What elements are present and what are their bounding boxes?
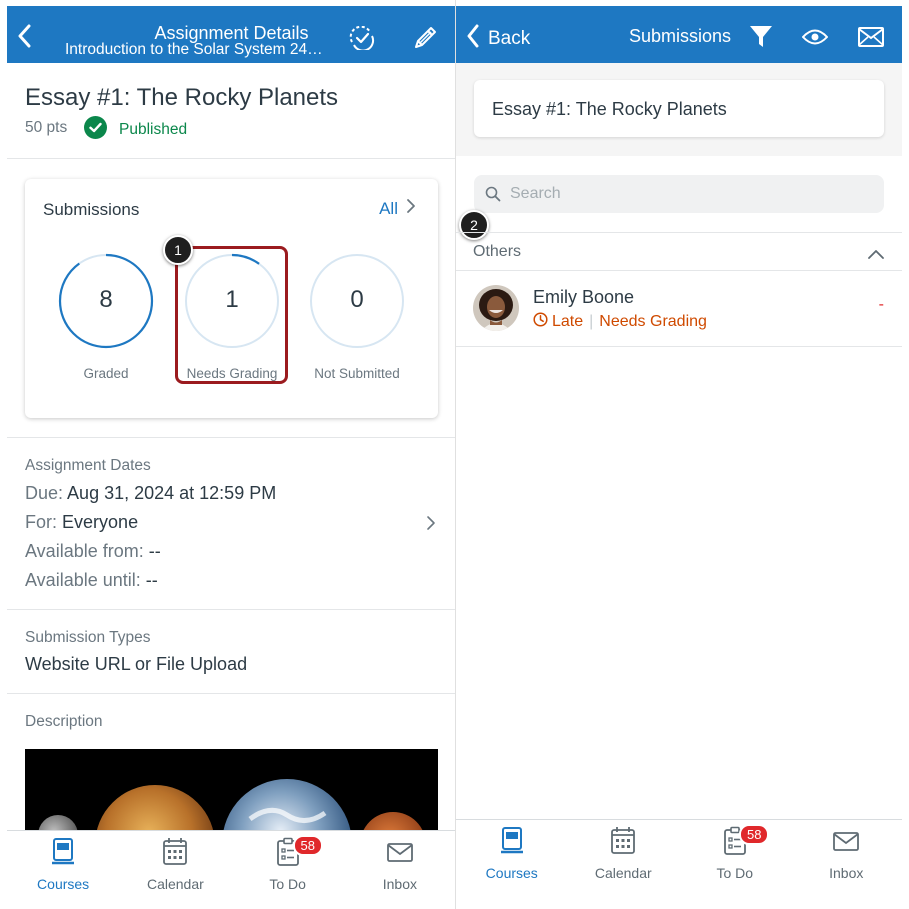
- assignment-points: 50 pts: [25, 119, 68, 136]
- todo-count-badge: 58: [739, 824, 770, 845]
- submissions-screen: Back Submissions Essay #1: The Rocky Pla…: [456, 0, 909, 909]
- tab-inbox-label: Inbox: [829, 865, 864, 881]
- courses-icon: [50, 837, 76, 872]
- not-submitted-count: 0: [350, 286, 364, 313]
- calendar-icon: [610, 826, 636, 861]
- all-submissions-link[interactable]: All: [379, 198, 416, 219]
- back-label: Back: [488, 27, 531, 49]
- submissions-title: Submissions: [629, 26, 732, 46]
- tab-courses-label: Courses: [485, 865, 538, 881]
- due-date-line: Due: Aug 31, 2024 at 12:59 PM: [25, 483, 276, 504]
- available-from-label: Available from:: [25, 541, 144, 561]
- graded-label: Graded: [83, 366, 129, 381]
- for-value: Everyone: [62, 512, 139, 532]
- assignment-card-title: Essay #1: The Rocky Planets: [492, 99, 727, 119]
- available-until-label: Available until:: [25, 570, 141, 590]
- callout-badge-1: 1: [163, 235, 193, 265]
- divider: [7, 437, 455, 438]
- submission-status: Late | Needs Grading: [533, 312, 707, 332]
- status-separator: |: [589, 313, 594, 330]
- chevron-up-icon: [868, 246, 884, 264]
- assignment-header-band: Essay #1: The Rocky Planets: [456, 63, 902, 156]
- needs-grading-highlight: [175, 246, 288, 384]
- available-from-line: Available from: --: [25, 541, 161, 562]
- assignment-title: Essay #1: The Rocky Planets: [25, 84, 339, 111]
- chevron-right-icon: [406, 198, 416, 219]
- bottom-tab-bar: Courses Calendar 58 To Do Inbox: [7, 830, 455, 909]
- tab-calendar-label: Calendar: [594, 865, 652, 881]
- message-icon[interactable]: [858, 27, 884, 52]
- courses-icon: [499, 826, 525, 861]
- edit-pencil-icon[interactable]: [411, 24, 439, 57]
- tab-courses[interactable]: Courses: [7, 837, 119, 909]
- graded-count: 8: [99, 286, 113, 313]
- available-until-line: Available until: --: [25, 570, 158, 591]
- description-label: Description: [25, 713, 103, 730]
- eye-icon[interactable]: [801, 28, 829, 51]
- graded-stat[interactable]: 8 Graded: [56, 253, 156, 381]
- not-submitted-label: Not Submitted: [314, 366, 400, 381]
- filter-icon[interactable]: [749, 24, 773, 55]
- tab-todo[interactable]: 58 To Do: [232, 835, 344, 909]
- tab-inbox[interactable]: Inbox: [344, 837, 455, 909]
- assigned-to-row[interactable]: For: Everyone: [25, 512, 436, 533]
- published-status: Published: [84, 116, 187, 144]
- divider: [7, 693, 455, 694]
- submissions-card-title: Submissions: [43, 200, 140, 219]
- assignment-card: Essay #1: The Rocky Planets: [474, 80, 884, 137]
- tab-todo[interactable]: 58 To Do: [679, 824, 791, 909]
- tab-courses-label: Courses: [37, 876, 90, 892]
- others-group-header[interactable]: Others: [456, 232, 902, 271]
- due-label: Due:: [25, 483, 64, 503]
- late-status: Late: [552, 313, 584, 330]
- tab-inbox-label: Inbox: [382, 876, 417, 892]
- published-check-icon: [84, 116, 107, 144]
- todo-count-badge: 58: [292, 835, 323, 856]
- due-value: Aug 31, 2024 at 12:59 PM: [67, 483, 277, 503]
- back-chevron-icon: [466, 24, 480, 53]
- assignment-details-screen: Assignment Details Introduction to the S…: [0, 0, 456, 909]
- chevron-right-icon: [426, 515, 436, 536]
- bottom-tab-bar: Courses Calendar 58 To Do Inbox: [456, 819, 902, 909]
- needs-grading-status: Needs Grading: [599, 313, 707, 330]
- all-submissions-label: All: [379, 198, 398, 218]
- tab-calendar[interactable]: Calendar: [119, 837, 231, 909]
- assignment-details-header: Assignment Details Introduction to the S…: [7, 6, 455, 63]
- header-subtitle: Introduction to the Solar System 24…: [65, 41, 323, 58]
- student-avatar: [473, 285, 519, 331]
- inbox-icon: [832, 826, 860, 861]
- tab-calendar-label: Calendar: [146, 876, 204, 892]
- search-icon: [485, 186, 501, 207]
- tab-inbox[interactable]: Inbox: [791, 826, 903, 909]
- student-grade: -: [878, 296, 884, 313]
- speedgrader-icon[interactable]: [348, 25, 376, 55]
- assignment-dates-label: Assignment Dates: [25, 457, 151, 474]
- available-until-value: --: [145, 570, 158, 590]
- search-bar[interactable]: [474, 175, 884, 213]
- not-submitted-stat[interactable]: 0 Not Submitted: [307, 253, 407, 381]
- others-group-label: Others: [473, 243, 522, 260]
- published-label: Published: [119, 121, 188, 138]
- tab-todo-label: To Do: [716, 865, 754, 881]
- back-button[interactable]: Back: [466, 24, 530, 53]
- submission-types-label: Submission Types: [25, 629, 151, 646]
- calendar-icon: [162, 837, 188, 872]
- submission-types-value: Website URL or File Upload: [25, 654, 248, 674]
- student-name: Emily Boone: [533, 287, 635, 307]
- tab-calendar[interactable]: Calendar: [568, 826, 680, 909]
- submissions-header: Back Submissions: [456, 6, 902, 63]
- for-label: For:: [25, 512, 58, 532]
- tab-courses[interactable]: Courses: [456, 826, 568, 909]
- tab-todo-label: To Do: [269, 876, 306, 892]
- divider: [7, 609, 455, 610]
- search-input[interactable]: [510, 183, 870, 205]
- available-from-value: --: [148, 541, 161, 561]
- divider: [7, 158, 455, 159]
- clock-icon: [533, 312, 548, 332]
- student-submission-row[interactable]: Emily Boone Late | Needs Grading -: [456, 271, 902, 347]
- inbox-icon: [386, 837, 414, 872]
